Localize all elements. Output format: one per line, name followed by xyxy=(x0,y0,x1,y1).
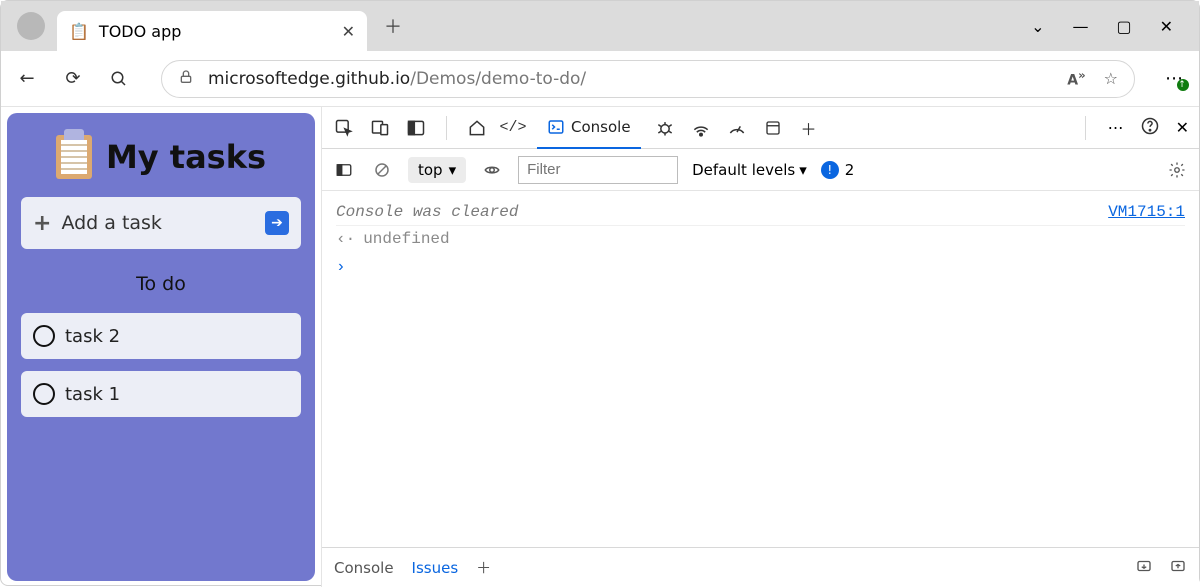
clipboard-icon xyxy=(56,135,92,179)
url-path: /Demos/demo-to-do/ xyxy=(410,69,586,89)
inspect-element-icon[interactable] xyxy=(332,116,356,140)
toggle-sidebar-icon[interactable] xyxy=(332,158,356,182)
content-area: My tasks + Add a task ➔ To do task 2 tas… xyxy=(1,107,1199,587)
clear-console-icon[interactable] xyxy=(370,158,394,182)
task-label: task 2 xyxy=(65,326,120,347)
console-tab[interactable]: Console xyxy=(537,107,641,149)
welcome-tab-icon[interactable] xyxy=(465,116,489,140)
app-title: My tasks xyxy=(106,138,266,176)
help-icon[interactable] xyxy=(1140,116,1160,140)
context-selector[interactable]: top ▾ xyxy=(408,157,466,183)
console-prompt[interactable]: › xyxy=(336,258,1185,276)
submit-arrow-icon[interactable]: ➔ xyxy=(265,211,289,235)
filter-input[interactable] xyxy=(518,156,678,184)
add-task-input[interactable]: + Add a task ➔ xyxy=(21,197,301,249)
add-drawer-tab-icon[interactable]: ＋ xyxy=(476,557,491,578)
sources-bug-icon[interactable] xyxy=(653,116,677,140)
toggle-device-icon[interactable] xyxy=(368,116,392,140)
todo-app-panel: My tasks + Add a task ➔ To do task 2 tas… xyxy=(7,113,315,581)
url-host: microsoftedge.github.io xyxy=(208,69,410,89)
issue-bubble-icon: ! xyxy=(821,161,839,179)
close-tab-icon[interactable]: ✕ xyxy=(342,22,355,41)
dock-side-icon[interactable] xyxy=(404,116,428,140)
favorite-icon[interactable]: ☆ xyxy=(1104,69,1118,88)
source-link[interactable]: VM1715:1 xyxy=(1108,203,1185,221)
elements-tab-icon[interactable]: </> xyxy=(501,116,525,140)
plus-icon: + xyxy=(33,211,51,236)
drawer-tab-console[interactable]: Console xyxy=(334,559,394,577)
return-value: undefined xyxy=(363,230,449,248)
levels-label: Default levels xyxy=(692,161,795,179)
chevron-down-icon: ▾ xyxy=(449,161,457,179)
minimize-icon[interactable]: — xyxy=(1072,17,1088,36)
task-list: task 2 task 1 xyxy=(21,313,301,429)
console-output[interactable]: Console was cleared VM1715:1 ‹· undefine… xyxy=(322,191,1199,547)
window-controls: ⌄ — ▢ ✕ xyxy=(1031,17,1191,36)
console-message-row: Console was cleared VM1715:1 xyxy=(336,199,1185,226)
dock-drawer-icon[interactable] xyxy=(1135,557,1153,579)
more-menu-button[interactable]: ⋯↑ xyxy=(1165,68,1185,89)
task-item[interactable]: task 1 xyxy=(21,371,301,417)
tab-title: TODO app xyxy=(99,22,181,41)
issue-count: 2 xyxy=(845,161,855,179)
add-task-label: Add a task xyxy=(61,212,162,234)
title-bar: 📋 TODO app ✕ ＋ ⌄ — ▢ ✕ xyxy=(1,1,1199,51)
url-text: microsoftedge.github.io/Demos/demo-to-do… xyxy=(208,69,586,89)
context-label: top xyxy=(418,161,443,179)
read-aloud-icon[interactable]: A» xyxy=(1067,68,1085,89)
lock-icon xyxy=(178,69,194,89)
console-return-row: ‹· undefined xyxy=(336,226,1185,252)
close-devtools-icon[interactable]: ✕ xyxy=(1176,118,1189,137)
browser-tab[interactable]: 📋 TODO app ✕ xyxy=(57,11,367,51)
more-tools-icon[interactable]: ⋯ xyxy=(1108,118,1124,137)
devtools-tab-strip: </> Console ＋ ⋯ xyxy=(322,107,1199,149)
console-settings-icon[interactable] xyxy=(1165,158,1189,182)
console-toolbar: top ▾ Default levels ▾ ! 2 xyxy=(322,149,1199,191)
devtools-drawer: Console Issues ＋ xyxy=(322,547,1199,587)
drawer-tab-issues[interactable]: Issues xyxy=(412,559,459,577)
application-icon[interactable] xyxy=(761,116,785,140)
tab-favicon-icon: 📋 xyxy=(69,22,89,41)
devtools-panel: </> Console ＋ ⋯ xyxy=(321,107,1199,587)
console-tab-label: Console xyxy=(571,118,631,136)
new-tab-button[interactable]: ＋ xyxy=(377,10,409,42)
return-arrow-icon: ‹· xyxy=(336,230,355,248)
update-badge-icon: ↑ xyxy=(1177,79,1189,91)
search-button[interactable] xyxy=(107,70,131,88)
chevron-down-icon: ▾ xyxy=(799,161,807,179)
performance-icon[interactable] xyxy=(725,116,749,140)
issues-indicator[interactable]: ! 2 xyxy=(821,161,855,179)
section-label: To do xyxy=(21,273,301,295)
nav-bar: ← ⟳ microsoftedge.github.io/Demos/demo-t… xyxy=(1,51,1199,107)
reload-button[interactable]: ⟳ xyxy=(61,68,85,89)
add-tab-icon[interactable]: ＋ xyxy=(797,116,821,140)
live-expression-icon[interactable] xyxy=(480,158,504,182)
task-label: task 1 xyxy=(65,384,120,405)
log-levels-selector[interactable]: Default levels ▾ xyxy=(692,161,807,179)
app-header: My tasks xyxy=(21,135,301,179)
profile-avatar[interactable] xyxy=(17,12,45,40)
task-item[interactable]: task 2 xyxy=(21,313,301,359)
address-bar[interactable]: microsoftedge.github.io/Demos/demo-to-do… xyxy=(161,60,1135,98)
maximize-icon[interactable]: ▢ xyxy=(1116,17,1131,36)
close-window-icon[interactable]: ✕ xyxy=(1160,17,1173,36)
network-icon[interactable] xyxy=(689,116,713,140)
back-button[interactable]: ← xyxy=(15,68,39,89)
chevron-down-icon[interactable]: ⌄ xyxy=(1031,17,1044,36)
circle-icon[interactable] xyxy=(33,383,55,405)
circle-icon[interactable] xyxy=(33,325,55,347)
console-cleared-text: Console was cleared xyxy=(336,203,518,221)
expand-drawer-icon[interactable] xyxy=(1169,557,1187,579)
